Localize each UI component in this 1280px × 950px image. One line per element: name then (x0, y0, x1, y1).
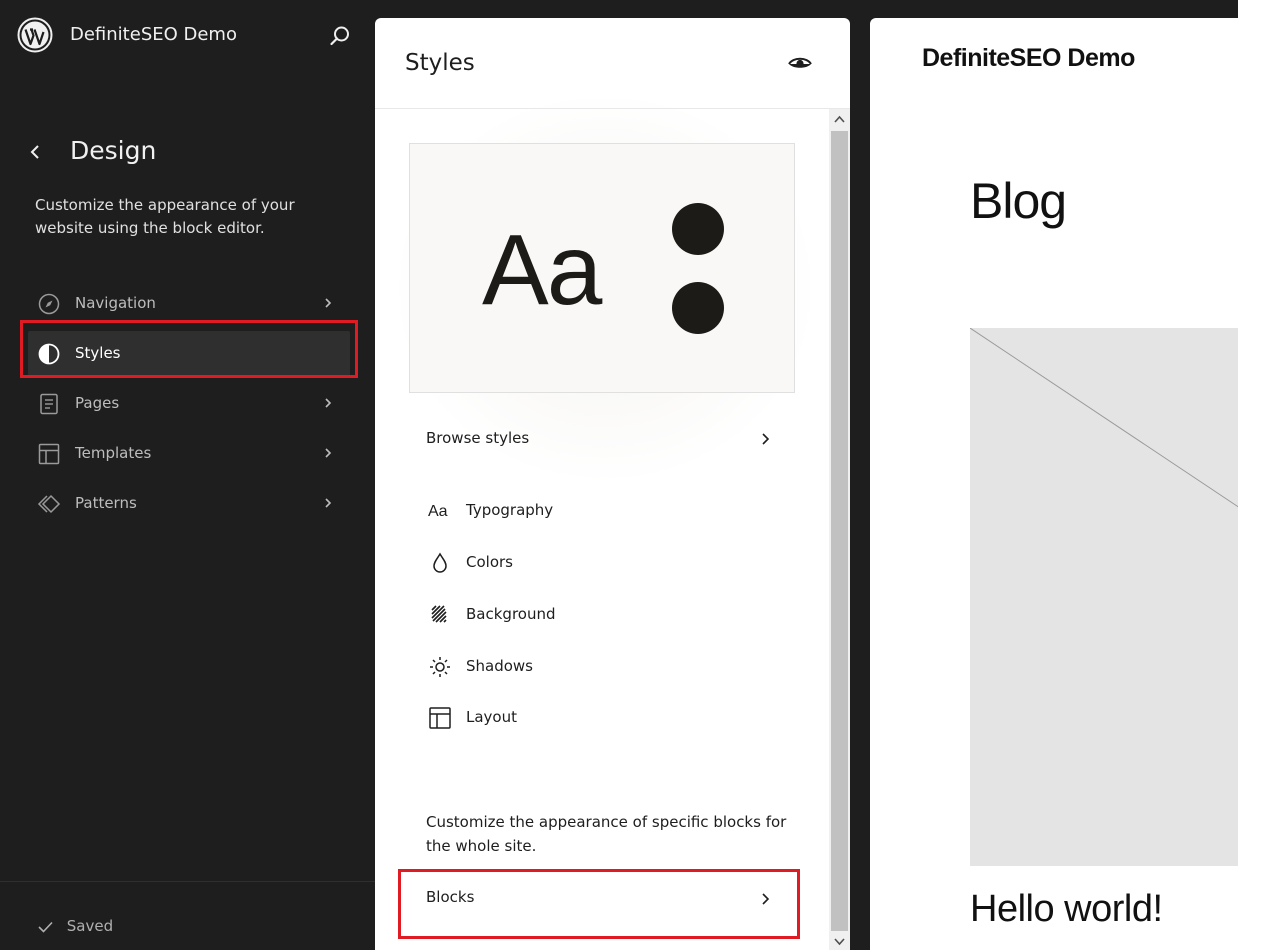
back-chevron-icon[interactable] (24, 140, 48, 164)
sidebar-item-templates[interactable]: Templates (28, 431, 350, 477)
scrollbar-thumb[interactable] (831, 131, 848, 931)
section-title: Design (70, 136, 157, 165)
chevron-right-icon (325, 398, 332, 408)
menu-item-label: Layout (466, 708, 517, 726)
panel-title: Styles (405, 50, 475, 76)
section-description: Customize the appearance of your website… (35, 196, 295, 237)
panel-scrollbar[interactable] (829, 109, 850, 950)
styles-panel: Styles Aa Browse styles Aa Typography Co… (375, 18, 850, 950)
site-preview-frame[interactable]: DefiniteSEO Demo Blog Hello world! (870, 18, 1238, 950)
layout-icon (38, 443, 60, 465)
highlight-box-styles (20, 320, 358, 378)
page-icon (40, 393, 58, 415)
chevron-right-icon (762, 433, 770, 445)
layout-icon (429, 707, 451, 729)
preview-site-title: DefiniteSEO Demo (922, 44, 1135, 72)
blocks-description: Customize the appearance of specific blo… (426, 813, 787, 855)
menu-item-layout[interactable]: Layout (409, 696, 793, 740)
scroll-up-arrow-icon[interactable] (833, 113, 846, 126)
sidebar-item-label: Navigation (75, 294, 156, 312)
sidebar-item-pages[interactable]: Pages (28, 381, 350, 427)
menu-item-typography[interactable]: Aa Typography (409, 489, 793, 533)
scroll-down-arrow-icon[interactable] (833, 935, 846, 948)
site-header: DefiniteSEO Demo (0, 0, 375, 72)
symbol-icon (37, 494, 61, 514)
menu-item-label: Typography (466, 501, 554, 519)
styles-panel-content: Aa Browse styles Aa Typography Colors Ba… (375, 99, 850, 950)
check-icon (38, 921, 53, 933)
wordpress-logo-icon[interactable] (17, 17, 53, 53)
svg-text:Aa: Aa (428, 503, 448, 520)
browse-styles-label: Browse styles (426, 429, 530, 447)
chevron-right-icon (325, 448, 332, 458)
sidebar: DefiniteSEO Demo Design Customize the ap… (0, 0, 375, 950)
site-title[interactable]: DefiniteSEO Demo (70, 24, 237, 45)
chevron-right-icon (325, 298, 332, 308)
sidebar-item-label: Templates (75, 444, 152, 462)
highlight-box-blocks (398, 869, 800, 939)
preview-color-dot (672, 282, 724, 334)
save-status: Saved (36, 917, 113, 935)
menu-item-background[interactable]: Background (409, 593, 793, 637)
style-preview-card[interactable]: Aa (409, 143, 795, 393)
window-edge (1238, 0, 1280, 950)
save-status-label: Saved (66, 917, 114, 935)
chevron-right-icon (325, 498, 332, 508)
preview-typography-sample: Aa (482, 214, 602, 326)
sidebar-item-label: Pages (75, 394, 120, 412)
typography-icon: Aa (428, 503, 448, 520)
preview-page-title: Blog (970, 173, 1067, 229)
styles-panel-header: Styles (375, 18, 850, 109)
menu-item-shadows[interactable]: Shadows (409, 645, 793, 689)
sidebar-footer-divider (0, 881, 375, 882)
shadow-icon (430, 657, 450, 677)
background-icon (431, 605, 447, 623)
preview-post-title: Hello world! (970, 888, 1163, 930)
menu-item-label: Background (466, 605, 556, 623)
image-placeholder (970, 328, 1238, 866)
sidebar-item-patterns[interactable]: Patterns (28, 481, 350, 527)
droplet-icon (433, 552, 447, 573)
menu-item-label: Colors (466, 553, 513, 571)
menu-item-label: Shadows (466, 657, 534, 675)
search-icon[interactable] (326, 22, 354, 50)
sidebar-item-label: Patterns (75, 494, 137, 512)
browse-styles-button[interactable]: Browse styles (409, 419, 793, 463)
preview-color-dot (672, 203, 724, 255)
compass-icon (38, 293, 60, 315)
menu-item-colors[interactable]: Colors (409, 541, 793, 585)
eye-icon[interactable] (787, 51, 813, 75)
